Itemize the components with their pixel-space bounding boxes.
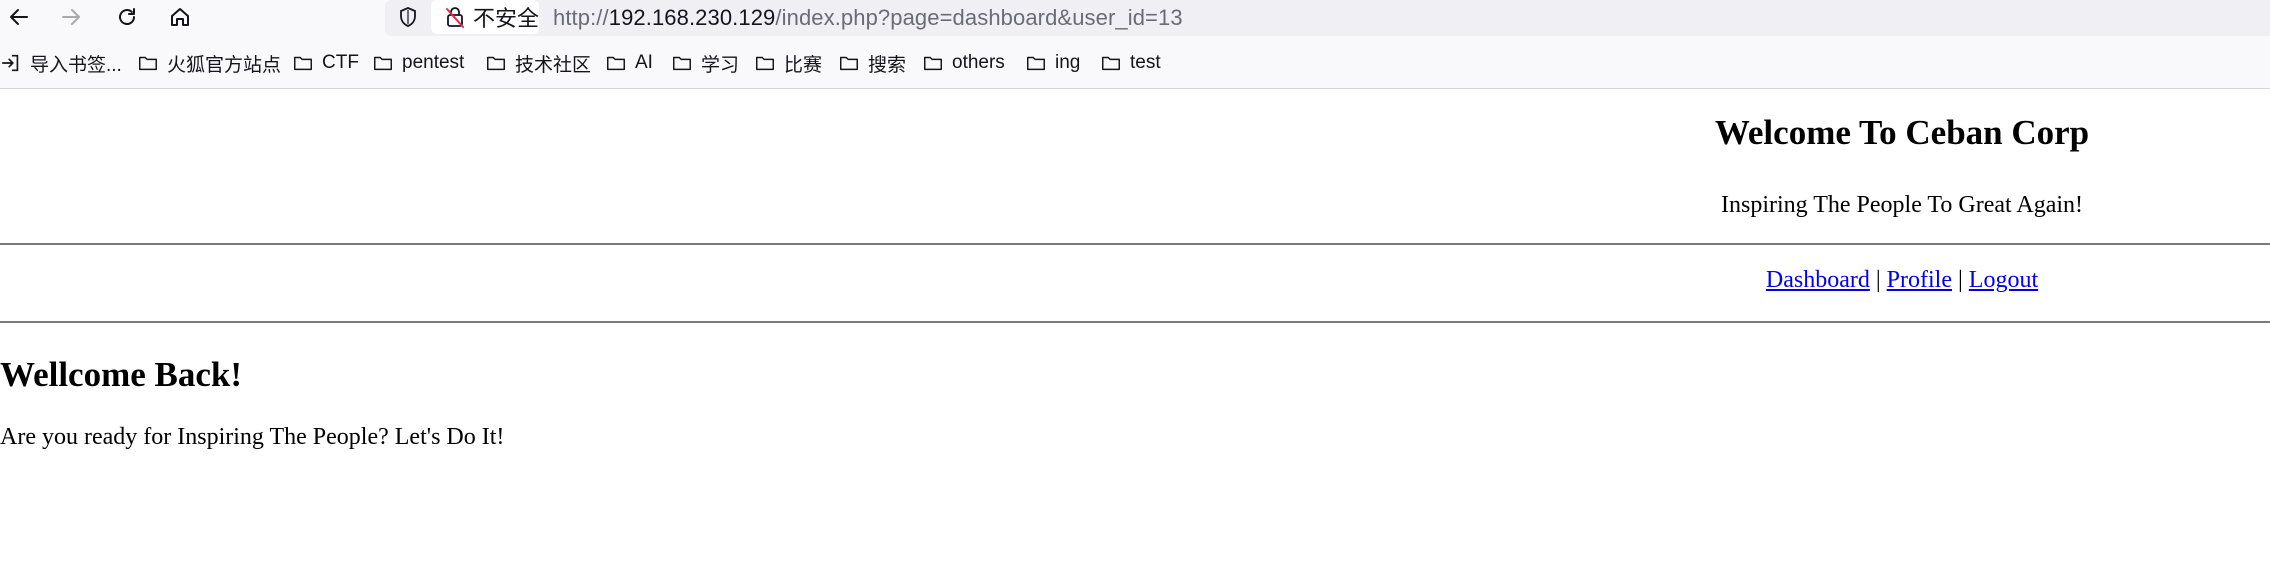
forward-button[interactable]: [56, 2, 86, 32]
site-title: Welcome To Ceban Corp: [1714, 113, 2090, 152]
bookmark-folder-others[interactable]: others: [922, 50, 1005, 76]
welcome-heading: Wellcome Back!: [0, 355, 243, 394]
site-identity-button[interactable]: 不安全: [431, 0, 539, 34]
url-host: 192.168.230.129: [608, 5, 776, 30]
folder-icon: [374, 56, 392, 71]
home-button[interactable]: [165, 2, 195, 32]
nav-link-profile[interactable]: Profile: [1887, 267, 1952, 293]
bookmark-label: 学习: [701, 54, 740, 76]
bookmark-folder-ai[interactable]: AI: [605, 50, 653, 76]
folder-icon: [487, 56, 505, 71]
arrow-right-icon: [62, 9, 80, 25]
bookmark-label: 技术社区: [515, 54, 592, 76]
divider: [0, 321, 2270, 323]
bookmark-label: CTF: [322, 52, 359, 73]
home-icon: [171, 8, 189, 26]
folder-icon: [1027, 56, 1045, 71]
bookmark-folder-pentest[interactable]: pentest: [372, 50, 464, 76]
url-path: /index.php?page=dashboard&user_id=13: [775, 5, 1183, 30]
folder-icon: [607, 56, 625, 71]
tracking-protection-shield-icon[interactable]: [395, 4, 421, 30]
bookmark-folder-competition[interactable]: 比赛: [754, 50, 822, 76]
folder-icon: [673, 56, 691, 71]
nav-link-dashboard[interactable]: Dashboard: [1766, 267, 1870, 293]
folder-icon: [294, 56, 312, 71]
nav-separator: |: [1951, 267, 1969, 293]
reload-button[interactable]: [112, 2, 142, 32]
bookmark-label: 搜索: [868, 54, 907, 76]
address-bar[interactable]: 不安全 http://192.168.230.129/index.php?pag…: [385, 0, 2270, 36]
bookmark-label: others: [952, 52, 1005, 73]
insecure-lock-icon: [445, 7, 464, 28]
bookmark-label: AI: [635, 52, 653, 73]
bookmark-label: pentest: [402, 52, 465, 73]
bookmark-folder-study[interactable]: 学习: [671, 50, 739, 76]
folder-icon: [924, 56, 942, 71]
reload-icon: [119, 8, 135, 25]
security-label: 不安全: [472, 6, 539, 31]
bookmark-folder-ctf[interactable]: CTF: [292, 50, 359, 76]
import-icon: [1, 54, 19, 72]
url-scheme: http://: [553, 5, 609, 30]
bookmark-label: test: [1130, 52, 1161, 73]
bookmark-import[interactable]: 导入书签...: [0, 50, 122, 76]
site-tagline: Inspiring The People To Great Again!: [1720, 192, 2084, 218]
folder-icon: [1102, 56, 1120, 71]
url-text[interactable]: http://192.168.230.129/index.php?page=da…: [553, 2, 1183, 34]
back-button[interactable]: [4, 2, 34, 32]
site-nav-menu: Dashboard | Profile | Logout: [0, 267, 2270, 294]
page-content: Welcome To Ceban Corp Inspiring The Peop…: [0, 89, 2270, 587]
folder-icon: [756, 56, 774, 71]
bookmark-label: 比赛: [784, 54, 823, 76]
bookmark-folder-test[interactable]: test: [1100, 50, 1161, 76]
folder-icon: [840, 56, 858, 71]
divider: [0, 243, 2270, 245]
nav-separator: |: [1869, 267, 1887, 293]
bookmark-folder-firefox[interactable]: 火狐官方站点: [137, 50, 281, 76]
folder-icon: [139, 56, 157, 71]
bookmark-folder-ing[interactable]: ing: [1025, 50, 1080, 76]
browser-toolbar: 不安全 http://192.168.230.129/index.php?pag…: [0, 0, 2270, 38]
nav-link-logout[interactable]: Logout: [1969, 267, 2038, 293]
bookmarks-toolbar: 导入书签... 火狐官方站点 CTF pentest 技术社区 AI 学习 比赛…: [0, 38, 2270, 89]
bookmark-label: 火狐官方站点: [167, 54, 282, 76]
bookmark-label: 导入书签...: [30, 54, 122, 76]
bookmark-label: ing: [1055, 52, 1081, 73]
bookmark-folder-tech-community[interactable]: 技术社区: [485, 50, 591, 76]
arrow-left-icon: [10, 9, 28, 25]
welcome-text: Are you ready for Inspiring The People? …: [0, 424, 505, 450]
bookmark-folder-search[interactable]: 搜索: [838, 50, 906, 76]
